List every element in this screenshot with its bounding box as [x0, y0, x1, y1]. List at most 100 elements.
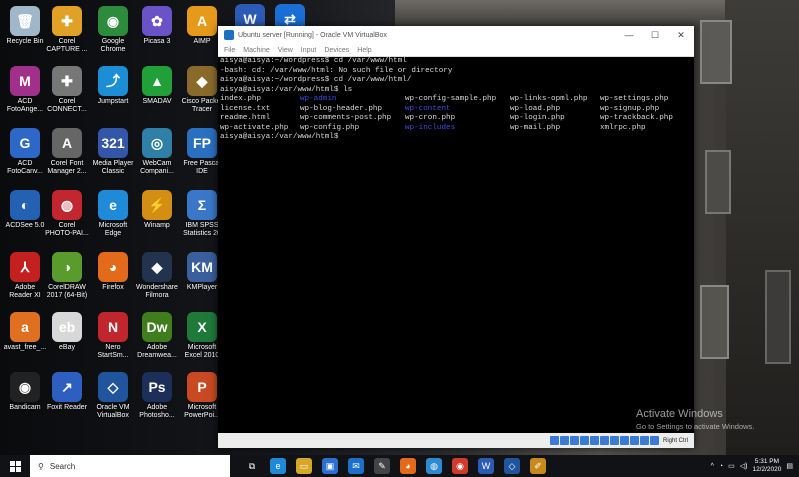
picasa-shortcut[interactable]: ✿ Picasa 3 [135, 6, 179, 46]
window-titlebar[interactable]: Ubuntu server [Running] - Oracle VM Virt… [218, 26, 694, 44]
battery-icon[interactable]: ▭ [728, 462, 735, 470]
taskbar-mail-icon[interactable]: ✉ [348, 458, 364, 474]
microsoft-edge-shortcut[interactable]: e Microsoft Edge [91, 190, 135, 238]
clock-date: 12/2/2020 [752, 466, 782, 473]
taskbar-virtualbox-icon[interactable]: ◇ [504, 458, 520, 474]
icon-label: eBay [59, 344, 75, 351]
directory-entry: wp-content [405, 104, 451, 113]
oracle-vm-virtualbox-shortcut[interactable]: ◇ Oracle VM VirtualBox [91, 372, 135, 420]
taskbar-file-explorer-icon[interactable]: ▭ [296, 458, 312, 474]
icon-label: ACD FotoAnge... [6, 98, 44, 113]
adobe-reader-shortcut[interactable]: ⅄ Adobe Reader XI [3, 252, 47, 300]
recycle-bin-shortcut[interactable]: 🗑 Recycle Bin [3, 6, 47, 46]
taskbar-globe-icon[interactable]: ◍ [426, 458, 442, 474]
corel-font-manager-shortcut[interactable]: A Corel Font Manager 2... [45, 128, 89, 176]
corel-capture-shortcut[interactable]: ✚ Corel CAPTURE ... [45, 6, 89, 54]
wondershare-filmora-shortcut[interactable]: ◆ Wondershare Filmora [135, 252, 179, 300]
icon-label: Adobe Reader XI [9, 284, 41, 299]
shared-folder-icon[interactable] [599, 436, 609, 445]
google-chrome-shortcut[interactable]: ◉ Google Chrome [91, 6, 135, 54]
search-box[interactable]: ⚲ Search [30, 455, 230, 477]
winamp-shortcut[interactable]: ⚡ Winamp [135, 190, 179, 230]
search-icon: ⚲ [38, 461, 44, 471]
host-key-label: Right Ctrl [662, 437, 688, 444]
menu-help[interactable]: Help [357, 47, 371, 54]
menu-machine[interactable]: Machine [243, 47, 269, 54]
file-entry: wp-links-opml.php [510, 95, 588, 103]
nero-startsmart-icon: N [98, 312, 128, 342]
taskbar-firefox-icon[interactable]: ◕ [400, 458, 416, 474]
file-entry: wp-comments-post.php [300, 114, 392, 122]
mouse-integration-icon[interactable] [639, 436, 649, 445]
optical-drive-icon[interactable] [559, 436, 569, 445]
google-chrome-icon: ◉ [98, 6, 128, 36]
adobe-dreamweaver-shortcut[interactable]: Dw Adobe Dreamwea... [135, 312, 179, 360]
menu-input[interactable]: Input [301, 47, 317, 54]
file-entry: wp-load.php [510, 104, 561, 113]
firefox-icon: ◕ [98, 252, 128, 282]
close-button[interactable]: ✕ [668, 30, 694, 41]
display-icon[interactable] [609, 436, 619, 445]
start-button[interactable] [0, 455, 30, 477]
smadav-shortcut[interactable]: ▲ SMADAV [135, 66, 179, 106]
firefox-shortcut[interactable]: ◕ Firefox [91, 252, 135, 292]
aimp-icon: A [187, 6, 217, 36]
menu-file[interactable]: File [224, 47, 235, 54]
volume-icon[interactable]: ◁) [740, 462, 748, 470]
keyboard-capture-icon[interactable] [649, 436, 659, 445]
bandicam-shortcut[interactable]: ◉ Bandicam [3, 372, 47, 412]
file-entry: wp-settings.php [600, 95, 669, 103]
network-icon[interactable]: ◔ [719, 463, 723, 470]
hard-disk-icon[interactable] [549, 436, 559, 445]
virtualbox-window[interactable]: Ubuntu server [Running] - Oracle VM Virt… [218, 26, 694, 448]
icon-label: Wondershare Filmora [136, 284, 178, 299]
ebay-shortcut[interactable]: eb eBay [45, 312, 89, 352]
recycle-bin-icon: 🗑 [10, 6, 40, 36]
notification-icon[interactable]: ▤ [786, 462, 793, 470]
coreldraw-shortcut[interactable]: ◑ CorelDRAW 2017 (64-Bit) [45, 252, 89, 300]
acd-fotocanvas-shortcut[interactable]: G ACD FotoCanv... [3, 128, 47, 176]
ls-output: index.php wp-admin wp-config-sample.php wp-… [218, 95, 694, 133]
taskbar-task-view-icon[interactable]: ⧉ [244, 458, 260, 474]
file-entry: wp-config-sample.php [405, 95, 497, 103]
cpu-icon[interactable] [629, 436, 639, 445]
taskbar-store-icon[interactable]: ▣ [322, 458, 338, 474]
taskbar-edge-icon[interactable]: e [270, 458, 286, 474]
network-icon[interactable] [579, 436, 589, 445]
chevron-up-icon[interactable]: ^ [711, 463, 714, 470]
icon-label: Microsoft Edge [98, 222, 128, 237]
vm-statusbar: Right Ctrl [218, 433, 694, 448]
usb-icon[interactable] [589, 436, 599, 445]
adobe-photoshop-shortcut[interactable]: Ps Adobe Photosho... [135, 372, 179, 420]
clock[interactable]: 5:31 PM 12/2/2020 [752, 458, 781, 474]
maximize-button[interactable]: ☐ [642, 30, 668, 41]
audio-icon[interactable] [569, 436, 579, 445]
acdsee-shortcut[interactable]: ◐ ACDSee 5.0 [3, 190, 47, 230]
menu-view[interactable]: View [278, 47, 293, 54]
corel-photo-paint-icon: ◍ [52, 190, 82, 220]
system-tray: ^ ◔ ▭ ◁) 5:31 PM 12/2/2020 ▤ [711, 455, 793, 477]
file-entry: wp-cron.php [405, 114, 456, 122]
nero-startsmart-shortcut[interactable]: N Nero StartSm... [91, 312, 135, 360]
virtualbox-icon [224, 30, 234, 40]
corel-photo-paint-shortcut[interactable]: ◍ Corel PHOTO-PAI... [45, 190, 89, 238]
icon-label: SMADAV [142, 98, 172, 105]
avast-shortcut[interactable]: a avast_free_... [3, 312, 47, 352]
minimize-button[interactable]: — [616, 30, 642, 40]
wallpaper-frame [705, 150, 731, 214]
media-player-classic-shortcut[interactable]: 321 Media Player Classic [91, 128, 135, 176]
taskbar-word-icon[interactable]: W [478, 458, 494, 474]
menu-devices[interactable]: Devices [324, 47, 349, 54]
file-entry: wp-blog-header.php [300, 104, 383, 113]
webcam-companion-shortcut[interactable]: ◎ WebCam Compani... [135, 128, 179, 176]
terminal-screen[interactable]: aisya@aisya:~/wordpress$ cd /var/www/htm… [218, 57, 694, 433]
recording-icon[interactable] [619, 436, 629, 445]
taskbar-pen-icon[interactable]: ✎ [374, 458, 390, 474]
taskbar-chrome-icon[interactable]: ◉ [452, 458, 468, 474]
foxit-reader-shortcut[interactable]: ↗ Foxit Reader [45, 372, 89, 412]
taskbar-paint-icon[interactable]: ✐ [530, 458, 546, 474]
icon-label: Corel CAPTURE ... [46, 38, 88, 53]
corel-connect-shortcut[interactable]: ✚ Corel CONNECT... [45, 66, 89, 114]
jumpstart-shortcut[interactable]: ⤴ Jumpstart [91, 66, 135, 106]
acd-fotoangelo-shortcut[interactable]: M ACD FotoAnge... [3, 66, 47, 114]
